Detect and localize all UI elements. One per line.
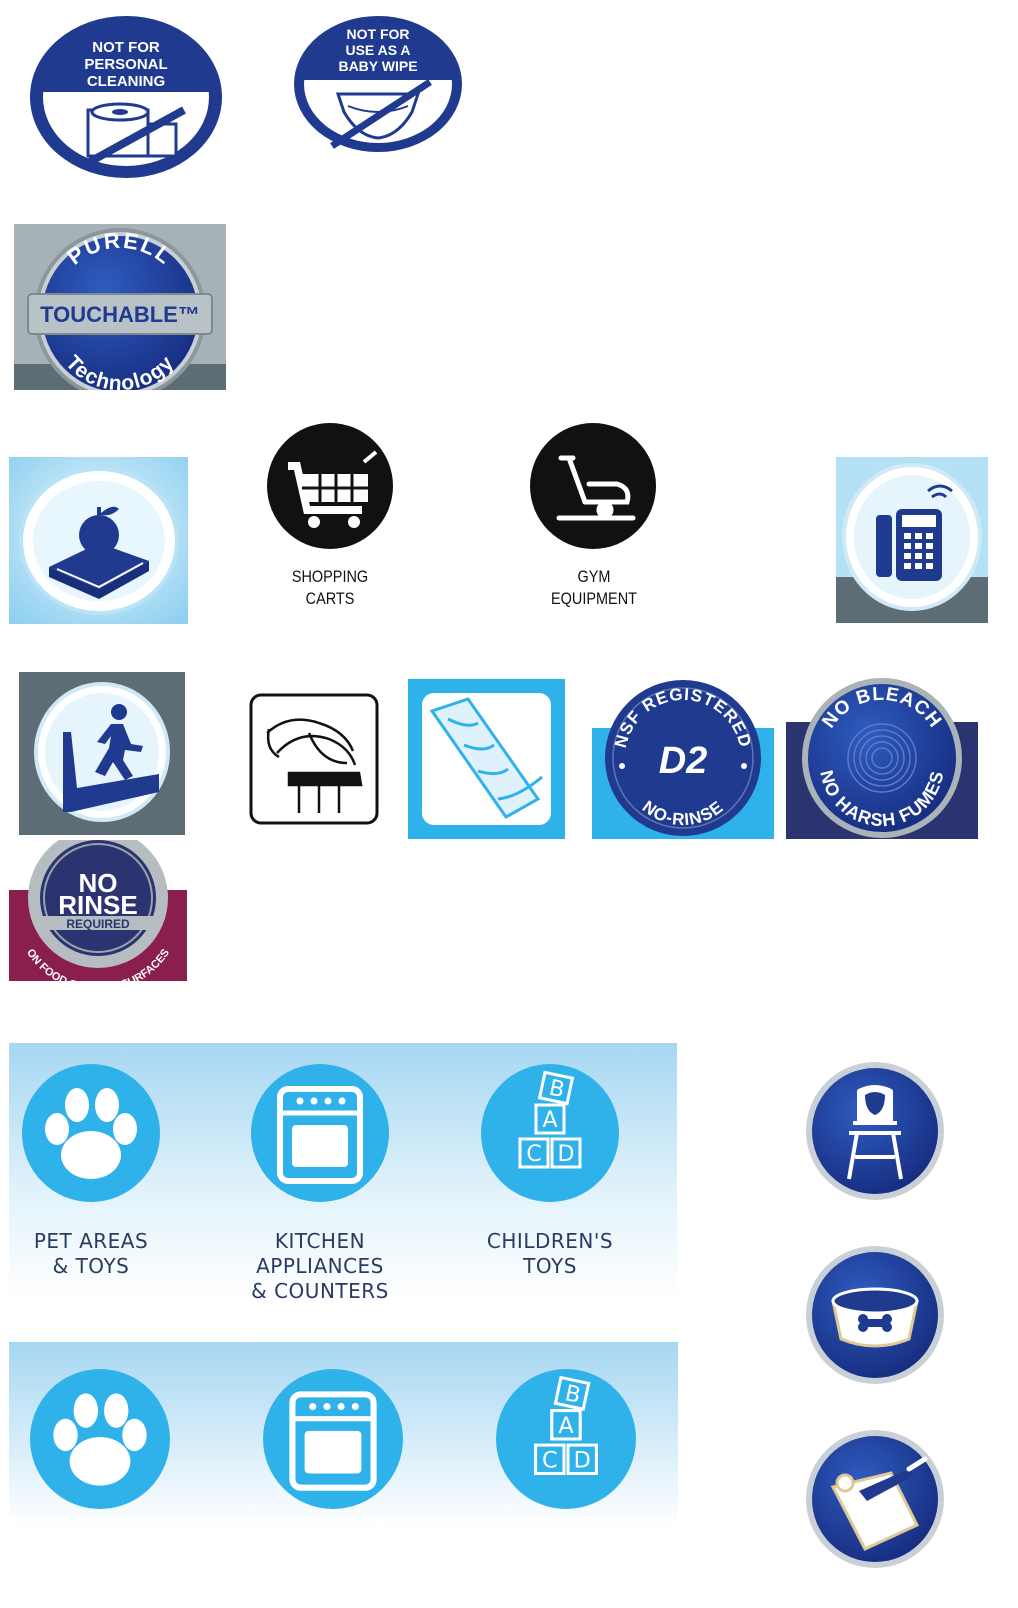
svg-text:A: A bbox=[542, 1108, 557, 1133]
svg-text:TOUCHABLE™: TOUCHABLE™ bbox=[40, 302, 200, 327]
childrens-toys-icon-circle: B A C D bbox=[480, 1063, 620, 1203]
pet-areas-label: PET AREAS & TOYS bbox=[33, 1229, 149, 1278]
treadmill-tile bbox=[19, 672, 185, 835]
shopping-cart-badge bbox=[266, 422, 394, 550]
childrens-toys-icon-circle-2: B A C D bbox=[495, 1368, 637, 1510]
pet-areas-icon-circle bbox=[21, 1063, 161, 1203]
svg-text:NOT FOR: NOT FOR bbox=[347, 26, 410, 42]
svg-text:CLEANING: CLEANING bbox=[87, 73, 165, 90]
svg-text:C: C bbox=[526, 1142, 541, 1167]
svg-text:PERSONAL: PERSONAL bbox=[84, 56, 167, 73]
high-chair-badge bbox=[805, 1061, 945, 1201]
surfaces-panel-unlabeled: B A C D bbox=[9, 1342, 678, 1526]
gym-equipment-label: GYM EQUIPMENT bbox=[551, 567, 637, 608]
svg-text:D: D bbox=[558, 1142, 575, 1167]
kitchen-appliances-label: KITCHEN APPLIANCES & COUNTERS bbox=[251, 1229, 389, 1303]
shopping-carts-label: SHOPPING CARTS bbox=[291, 567, 369, 608]
not-for-baby-wipe-badge: NOT FOR USE AS A BABY WIPE bbox=[292, 14, 464, 154]
wipe-sheet-tile bbox=[408, 679, 565, 839]
pet-areas-icon-circle-2 bbox=[29, 1368, 171, 1510]
no-bleach-badge: NO BLEACH NO HARSH FUMES bbox=[786, 672, 978, 839]
svg-text:C: C bbox=[542, 1447, 558, 1473]
gym-equipment-badge bbox=[529, 422, 657, 550]
pet-bowl-badge bbox=[805, 1245, 945, 1385]
svg-text:RINSE: RINSE bbox=[58, 890, 137, 920]
nsf-registered-badge: NSF REGISTERED D2 NO-RINSE bbox=[592, 678, 774, 839]
kitchen-appliances-icon-circle-2 bbox=[262, 1368, 404, 1510]
kitchen-appliances-icon-circle bbox=[250, 1063, 390, 1203]
office-phone-tile bbox=[836, 457, 988, 623]
pet-bowl-icon bbox=[831, 1287, 919, 1348]
svg-text:USE AS A: USE AS A bbox=[345, 42, 410, 58]
wiping-hand-pictogram bbox=[249, 693, 379, 825]
svg-text:REQUIRED: REQUIRED bbox=[66, 917, 130, 931]
not-for-personal-cleaning-badge: NOT FOR PERSONAL CLEANING bbox=[28, 14, 224, 180]
svg-text:D: D bbox=[574, 1447, 591, 1473]
svg-text:A: A bbox=[558, 1413, 574, 1439]
badge-line-1: NOT FOR bbox=[92, 39, 160, 56]
cutting-board-badge bbox=[805, 1429, 945, 1569]
svg-text:BABY WIPE: BABY WIPE bbox=[338, 58, 417, 74]
childrens-toys-label: CHILDREN'S TOYS bbox=[486, 1229, 614, 1278]
surfaces-panel-labeled: B A C D PET AREAS & TOYS KITCHEN APPLIAN… bbox=[9, 1043, 677, 1303]
purell-touchable-technology-badge: PURELL TOUCHABLE™ Technology bbox=[14, 224, 226, 390]
no-rinse-required-badge: NO RINSE REQUIRED ON FOOD CONTACT SURFAC… bbox=[9, 840, 187, 981]
school-book-apple-tile bbox=[9, 457, 188, 624]
svg-text:D2: D2 bbox=[659, 740, 708, 782]
